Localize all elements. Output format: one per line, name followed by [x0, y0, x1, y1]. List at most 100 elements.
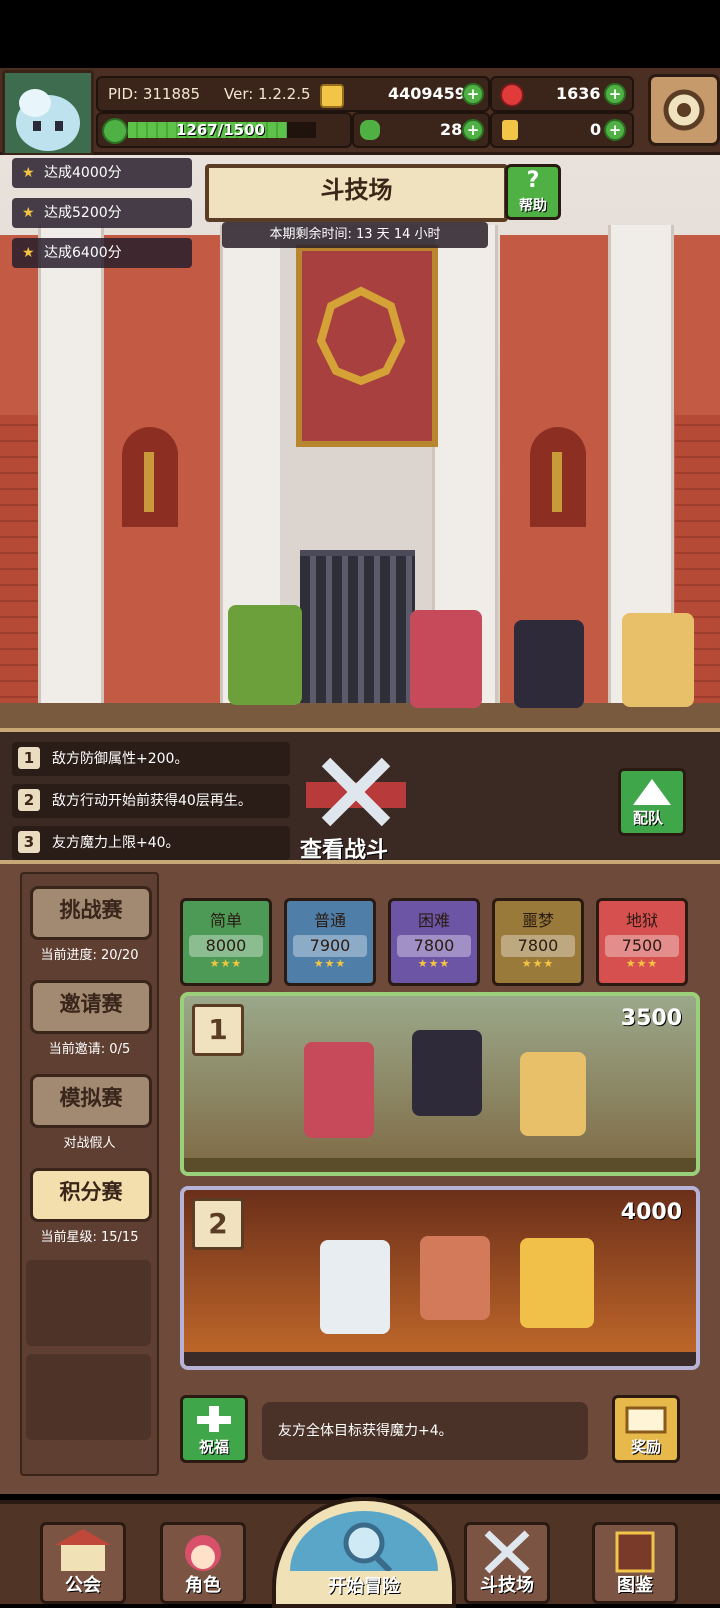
rule-number: 3 — [18, 831, 40, 853]
reward-button[interactable]: 奖励 — [612, 1395, 680, 1463]
difficulty-easy-button[interactable]: 简单 8000 ★★★ — [180, 898, 272, 986]
sword-icon — [552, 452, 562, 512]
settings-button[interactable] — [648, 74, 720, 146]
start-adventure-button[interactable]: 开始冒险 — [272, 1497, 456, 1608]
arena-title: 斗技场 — [205, 164, 508, 222]
star-icon: ★ — [22, 205, 35, 221]
team-icon — [633, 779, 671, 805]
gear-icon — [663, 89, 705, 131]
gold-amount: 4409459 — [388, 84, 466, 103]
goggle-girl-sprite — [520, 1052, 586, 1136]
swordmaiden-sprite — [320, 1240, 390, 1334]
team-setup-button[interactable]: 配队 — [618, 768, 686, 836]
gem-panel: 1636 + — [490, 76, 634, 112]
quest-label: 达成4000分 — [44, 165, 122, 181]
plant-creature-sprite — [228, 605, 302, 705]
slime-avatar-icon — [5, 73, 91, 153]
nav-codex[interactable]: 图鉴 — [592, 1522, 678, 1604]
quest-item[interactable]: ★ 达成4000分 — [12, 158, 192, 188]
rule-text: 敌方行动开始前获得40层再生。 — [52, 793, 252, 809]
simulation-desc: 对战假人 — [63, 1136, 116, 1151]
goggle-girl-sprite — [622, 613, 694, 707]
difficulty-score: 7500 — [605, 935, 679, 957]
challenge-mode-button[interactable]: 挑战赛 — [30, 886, 152, 940]
nav-codex-label: 图鉴 — [617, 1575, 653, 1596]
player-avatar[interactable] — [2, 70, 94, 156]
team-label: 配队 — [633, 809, 664, 827]
pid-version-panel: PID: 311885 Ver: 1.2.2.5 4409459 + — [96, 76, 490, 112]
nav-character-label: 角色 — [185, 1575, 221, 1596]
left-pillar — [38, 225, 104, 728]
exp-text: 1267/1500 — [176, 121, 265, 139]
question-icon: ? — [526, 168, 540, 193]
difficulty-name: 简单 — [209, 911, 242, 930]
rule-text: 友方魔力上限+40。 — [52, 835, 180, 851]
difficulty-nightmare-button[interactable]: 噩梦 7800 ★★★ — [492, 898, 584, 986]
invitation-mode-button[interactable]: 邀请赛 — [30, 980, 152, 1034]
difficulty-name: 地狱 — [625, 911, 658, 930]
mode-sidebar: 挑战赛 当前进度: 20/20 邀请赛 当前邀请: 0/5 模拟赛 对战假人 积… — [20, 872, 159, 1476]
battle-score: 3500 — [620, 1006, 682, 1031]
bat-girl-sprite — [420, 1236, 490, 1320]
difficulty-stars: ★★★ — [625, 957, 659, 970]
dark-hair-girl-sprite — [514, 620, 584, 708]
quest-label: 达成6400分 — [44, 245, 122, 261]
nav-guild[interactable]: 公会 — [40, 1522, 126, 1604]
points-mode-button[interactable]: 积分赛 — [30, 1168, 152, 1222]
blessing-button[interactable]: 祝福 — [180, 1395, 248, 1463]
blessing-label: 祝福 — [199, 1438, 230, 1456]
battle-ground — [184, 1158, 696, 1172]
rule-number: 2 — [18, 789, 40, 811]
nav-guild-label: 公会 — [65, 1575, 101, 1596]
crossed-swords-icon — [306, 757, 406, 827]
help-button[interactable]: ? 帮助 — [505, 164, 561, 220]
gem-amount: 1636 — [556, 84, 601, 103]
iron-gate — [300, 550, 415, 728]
difficulty-name: 困难 — [417, 911, 450, 930]
battle-number: 1 — [192, 1004, 244, 1056]
difficulty-name: 噩梦 — [521, 911, 554, 930]
difficulty-hell-button[interactable]: 地狱 7500 ★★★ — [596, 898, 688, 986]
difficulty-stars: ★★★ — [209, 957, 243, 970]
invitation-count: 当前邀请: 0/5 — [48, 1042, 131, 1057]
guild-house-icon — [55, 1529, 111, 1571]
battle-ground — [184, 1352, 696, 1366]
add-key-button[interactable]: + — [604, 119, 626, 141]
battle-card[interactable]: 2 4000 — [180, 1186, 700, 1370]
dark-hair-girl-sprite — [412, 1030, 482, 1116]
difficulty-stars: ★★★ — [521, 957, 555, 970]
difficulty-name: 普通 — [313, 911, 346, 930]
demon-girl-sprite — [410, 610, 482, 708]
difficulty-normal-button[interactable]: 普通 7900 ★★★ — [284, 898, 376, 986]
difficulty-score: 8000 — [189, 935, 263, 957]
blessing-icon — [197, 1406, 231, 1432]
rule-item: 3 友方魔力上限+40。 — [12, 826, 290, 860]
chest-icon — [625, 1406, 667, 1434]
battle-card[interactable]: 1 3500 — [180, 992, 700, 1176]
add-gem-button[interactable]: + — [604, 83, 626, 105]
book-icon — [615, 1531, 655, 1573]
gold-coin-icon — [320, 84, 344, 108]
clover-amount: 28 — [440, 120, 463, 139]
quest-item[interactable]: ★ 达成6400分 — [12, 238, 192, 268]
lion-girl-sprite — [520, 1238, 594, 1328]
blessing-description: 友方全体目标获得魔力+4。 — [262, 1402, 588, 1460]
quest-label: 达成5200分 — [44, 205, 122, 221]
top-bar: PID: 311885 Ver: 1.2.2.5 4409459 + 1636 … — [0, 68, 720, 156]
left-sword-alcove — [122, 427, 178, 527]
difficulty-score: 7800 — [397, 935, 471, 957]
arena-floor — [0, 703, 720, 728]
exp-panel: 1267/1500 — [96, 112, 352, 148]
difficulty-hard-button[interactable]: 困难 7800 ★★★ — [388, 898, 480, 986]
battle-score: 4000 — [620, 1200, 682, 1225]
quest-item[interactable]: ★ 达成5200分 — [12, 198, 192, 228]
rule-text: 敌方防御属性+200。 — [52, 751, 189, 767]
view-battle-button[interactable]: 查看战斗 — [296, 752, 416, 863]
add-clover-button[interactable]: + — [462, 119, 484, 141]
nav-character[interactable]: 角色 — [160, 1522, 246, 1604]
arena-banner — [296, 245, 438, 447]
nav-arena[interactable]: 斗技场 — [464, 1522, 550, 1604]
simulation-mode-button[interactable]: 模拟赛 — [30, 1074, 152, 1128]
sword-icon — [144, 452, 154, 512]
add-gold-button[interactable]: + — [462, 83, 484, 105]
